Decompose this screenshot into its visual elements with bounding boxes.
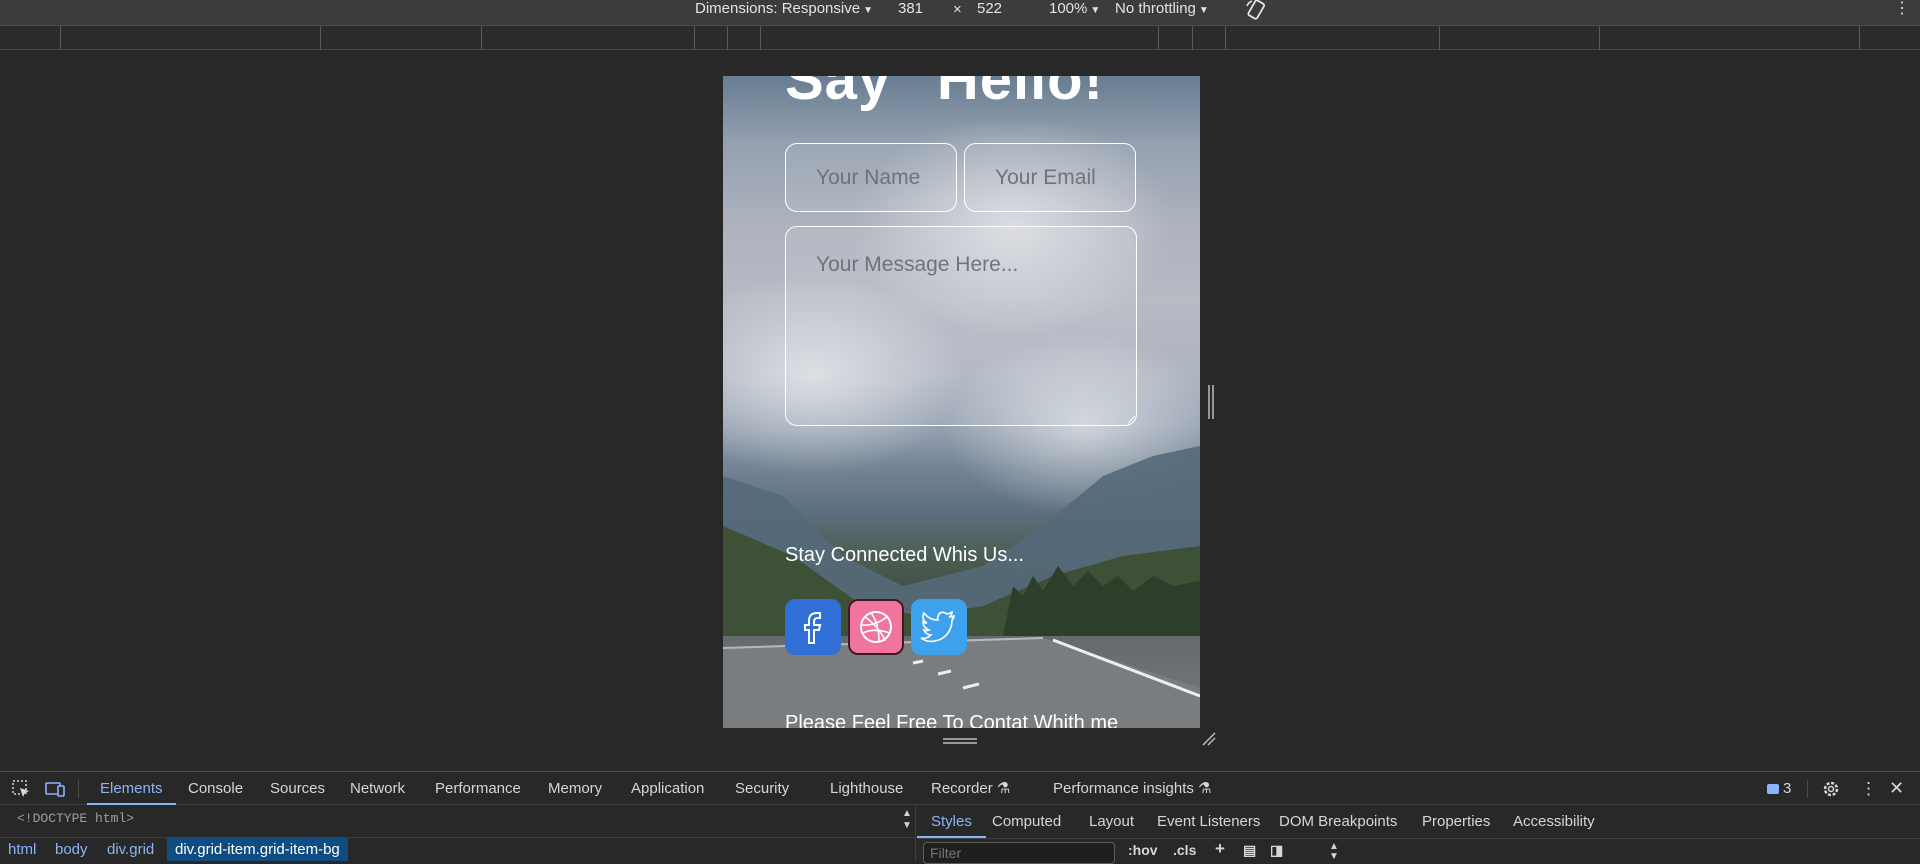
settings-gear-icon[interactable] — [1820, 778, 1842, 800]
ruler-tick — [1158, 26, 1159, 50]
ruler-tick — [727, 26, 728, 50]
width-input[interactable]: 381 — [898, 0, 923, 18]
throttling-label: No throttling — [1115, 0, 1196, 17]
class-toggle-button[interactable]: .cls — [1173, 842, 1196, 858]
page-title: Say "Hello!" — [785, 76, 1133, 112]
issues-counter[interactable]: 3 — [1767, 772, 1791, 805]
doctype-node[interactable]: <!DOCTYPE html> — [17, 811, 134, 826]
flask-icon: ⚗ — [996, 780, 1011, 797]
breadcrumb-body[interactable]: body — [47, 838, 96, 861]
caret-down-icon: ▼ — [1198, 5, 1209, 16]
hover-state-button[interactable]: :hov — [1128, 842, 1158, 858]
footer-text: Please Feel Free To Contat Whith me — [785, 712, 1119, 728]
tab-performance-insights[interactable]: Performance insights ⚗ — [1053, 772, 1212, 805]
divider — [1807, 780, 1808, 798]
tab-properties[interactable]: Properties — [1422, 806, 1490, 838]
message-field[interactable] — [785, 226, 1137, 426]
rotate-icon[interactable] — [1244, 0, 1268, 22]
connect-text: Stay Connected Whis Us... — [785, 544, 1024, 566]
dimensions-dropdown[interactable]: Dimensions: Responsive ▼ — [695, 0, 873, 20]
ruler-tick — [320, 26, 321, 50]
tab-elements[interactable]: Elements — [87, 772, 176, 805]
caret-down-icon: ▼ — [863, 5, 873, 16]
divider — [78, 780, 79, 798]
dribbble-icon — [860, 611, 892, 643]
tab-styles[interactable]: Styles — [917, 806, 986, 838]
close-devtools-icon[interactable]: ✕ — [1889, 772, 1904, 805]
breadcrumb-html[interactable]: html — [0, 838, 44, 861]
ruler-tick — [1859, 26, 1860, 50]
viewport-resize-right-handle[interactable] — [1206, 385, 1216, 419]
ruler-tick — [1599, 26, 1600, 50]
caret-down-icon: ▼ — [1090, 5, 1101, 16]
sidebar-toggle-icon[interactable]: ◨ — [1270, 842, 1283, 859]
ruler-tick — [694, 26, 695, 50]
add-rule-icon[interactable]: + — [1215, 839, 1225, 859]
viewport-resize-bottom-handle[interactable] — [943, 736, 977, 746]
breadcrumb-div-grid-item[interactable]: div.grid-item.grid-item-bg — [167, 838, 348, 861]
devtools-panel: Elements Console Sources Network Perform… — [0, 771, 1920, 864]
ruler-tick — [60, 26, 61, 50]
tab-accessibility[interactable]: Accessibility — [1513, 806, 1595, 838]
twitter-button[interactable] — [911, 599, 967, 655]
elements-tree-pane: <!DOCTYPE html> ▲ ▼ html body div.grid di… — [0, 806, 916, 861]
element-state-icon[interactable]: ▤ — [1243, 842, 1256, 859]
tab-lighthouse[interactable]: Lighthouse — [830, 772, 903, 805]
twitter-icon — [920, 610, 955, 643]
facebook-icon — [804, 612, 822, 644]
devtools-tab-bar: Elements Console Sources Network Perform… — [0, 772, 1920, 805]
tab-performance[interactable]: Performance — [435, 772, 521, 805]
tab-sources[interactable]: Sources — [270, 772, 325, 805]
media-query-ruler — [0, 25, 1920, 50]
ruler-tick — [1225, 26, 1226, 50]
height-input[interactable]: 522 — [977, 0, 1002, 18]
dribbble-button[interactable] — [848, 599, 904, 655]
ruler-tick — [481, 26, 482, 50]
tab-recorder[interactable]: Recorder ⚗ — [931, 772, 1010, 805]
viewport-resize-corner-handle[interactable] — [1200, 730, 1218, 748]
tab-console[interactable]: Console — [188, 772, 243, 805]
issues-icon — [1767, 784, 1779, 795]
tab-security[interactable]: Security — [735, 772, 789, 805]
ruler-tick — [1192, 26, 1193, 50]
ruler-tick — [760, 26, 761, 50]
inspect-element-icon[interactable] — [10, 778, 32, 800]
tab-network[interactable]: Network — [350, 772, 405, 805]
name-field[interactable] — [785, 143, 957, 212]
dimensions-label: Dimensions: Responsive — [695, 0, 861, 17]
throttling-dropdown[interactable]: No throttling ▼ — [1115, 0, 1209, 20]
device-toggle-icon[interactable] — [44, 778, 66, 800]
devtools-more-icon[interactable]: ⋮ — [1860, 772, 1877, 805]
scroll-arrows-icon[interactable]: ▲ ▼ — [901, 808, 913, 832]
styles-filter-row: :hov .cls + ▤ ◨ ▲▼ — [917, 839, 1920, 864]
times-separator: × — [953, 1, 962, 18]
tab-dom-breakpoints[interactable]: DOM Breakpoints — [1279, 806, 1397, 838]
styles-tab-bar: Styles Computed Layout Event Listeners D… — [917, 806, 1920, 839]
facebook-button[interactable] — [785, 599, 841, 655]
flask-icon: ⚗ — [1198, 780, 1212, 797]
tab-performance-insights-label: Performance insights — [1053, 780, 1194, 797]
tab-layout[interactable]: Layout — [1089, 806, 1134, 838]
scroll-arrows-icon[interactable]: ▲ ▼ — [1329, 842, 1339, 862]
email-field[interactable] — [964, 143, 1136, 212]
resize-grip-icon[interactable] — [1126, 414, 1136, 424]
tab-computed[interactable]: Computed — [992, 806, 1061, 838]
filter-input[interactable] — [923, 842, 1115, 864]
device-viewport: Say "Hello!" Stay Connected Whis Us... P… — [723, 76, 1200, 728]
breadcrumb-div-grid[interactable]: div.grid — [99, 838, 162, 861]
device-toolbar: Dimensions: Responsive ▼ 381 × 522 100% ▼ … — [0, 0, 1920, 25]
tab-event-listeners[interactable]: Event Listeners — [1157, 806, 1260, 838]
breadcrumb: html body div.grid div.grid-item.grid-it… — [0, 837, 916, 861]
zoom-dropdown[interactable]: 100% ▼ — [1049, 0, 1100, 20]
more-options-icon[interactable]: ⋮ — [1894, 0, 1910, 18]
tab-application[interactable]: Application — [631, 772, 704, 805]
ruler-tick — [1439, 26, 1440, 50]
tab-memory[interactable]: Memory — [548, 772, 602, 805]
issues-count: 3 — [1783, 780, 1792, 797]
zoom-label: 100% — [1049, 0, 1088, 17]
tab-recorder-label: Recorder — [931, 780, 993, 797]
